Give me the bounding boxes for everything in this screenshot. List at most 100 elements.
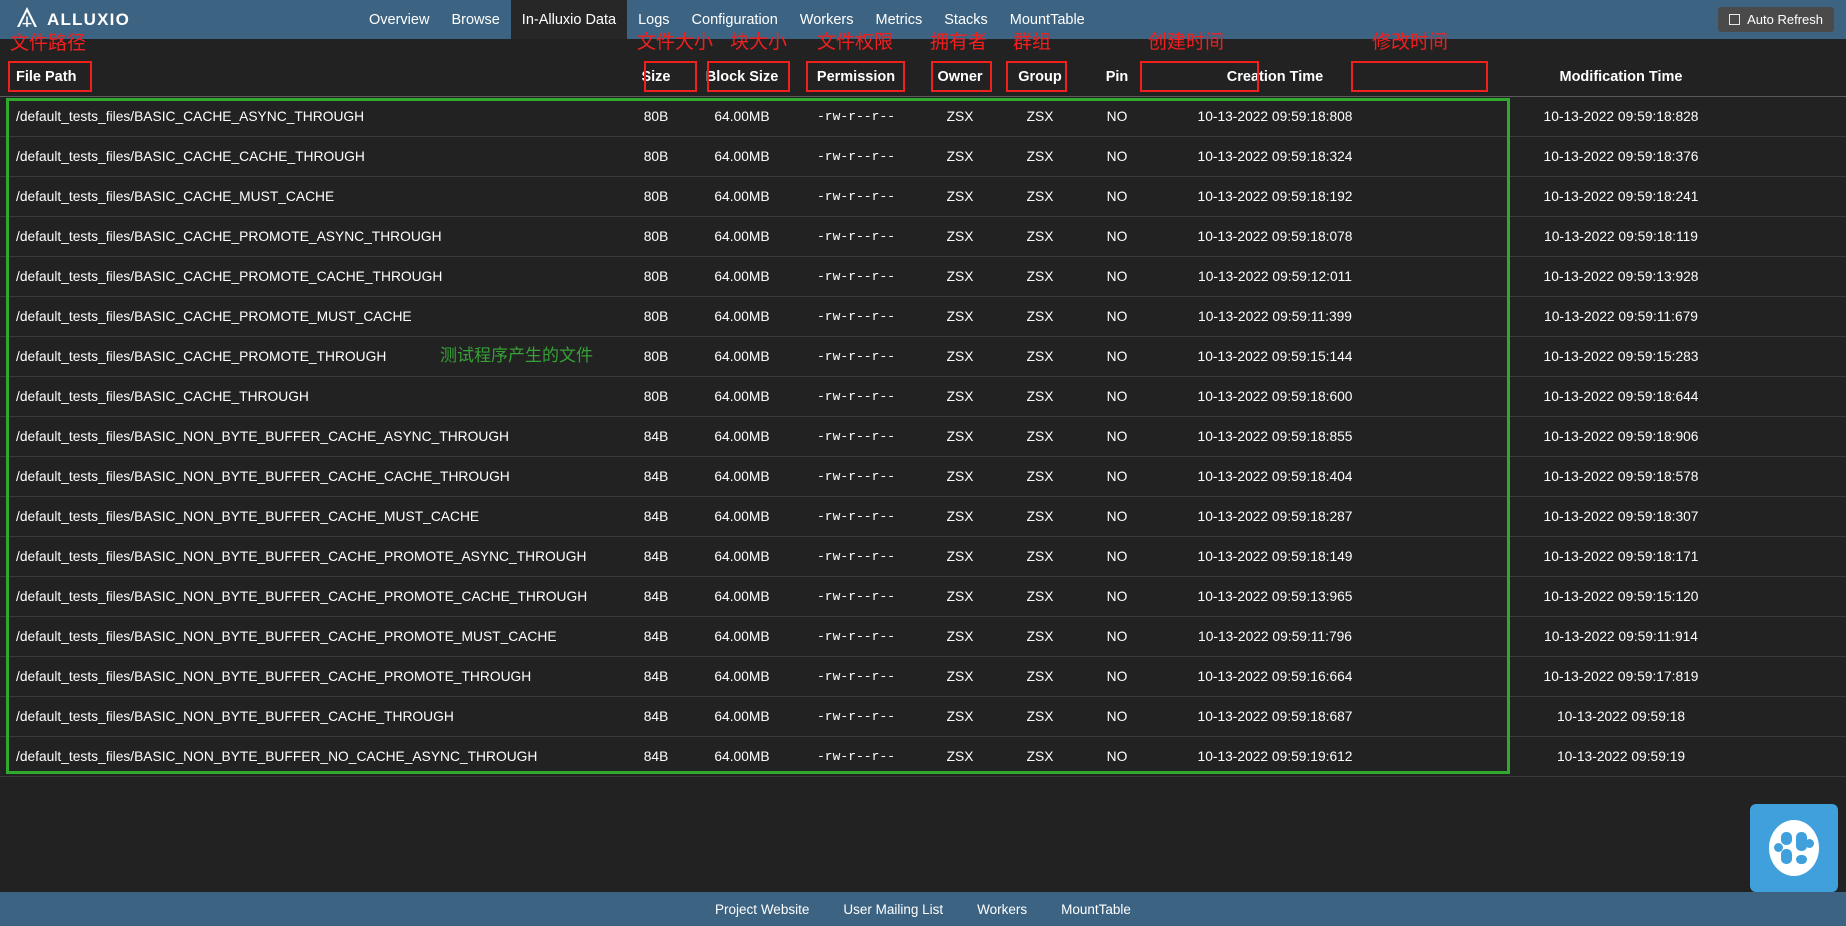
brand-logo[interactable]: ALLUXIO	[14, 4, 130, 35]
column-header-block[interactable]: Block Size	[692, 60, 792, 97]
annotation-red-label: 拥有者	[930, 31, 988, 53]
cell-perm: -rw-r--r--	[792, 336, 920, 377]
cell-group: ZSX	[1000, 456, 1080, 497]
column-header-group[interactable]: Group	[1000, 60, 1080, 97]
cell-mtime: 10-13-2022 09:59:15:120	[1396, 576, 1846, 617]
cell-size: 84B	[620, 496, 692, 537]
cell-group: ZSX	[1000, 376, 1080, 417]
column-header-pin[interactable]: Pin	[1080, 60, 1154, 97]
cell-owner: ZSX	[920, 656, 1000, 697]
cell-ctime: 10-13-2022 09:59:18:404	[1154, 456, 1396, 497]
cell-ctime: 10-13-2022 09:59:18:600	[1154, 376, 1396, 417]
auto-refresh-toggle[interactable]: Auto Refresh	[1718, 7, 1834, 32]
cell-owner: ZSX	[920, 256, 1000, 297]
cell-size: 84B	[620, 576, 692, 617]
table-row[interactable]: /default_tests_files/BASIC_CACHE_PROMOTE…	[0, 256, 1846, 297]
cell-group: ZSX	[1000, 136, 1080, 177]
footer-link-workers[interactable]: Workers	[977, 902, 1027, 917]
cell-path: /default_tests_files/BASIC_CACHE_PROMOTE…	[0, 216, 620, 257]
cell-pin: NO	[1080, 256, 1154, 297]
table-row[interactable]: /default_tests_files/BASIC_CACHE_PROMOTE…	[0, 216, 1846, 257]
table-row[interactable]: /default_tests_files/BASIC_CACHE_MUST_CA…	[0, 176, 1846, 217]
cell-perm: -rw-r--r--	[792, 176, 920, 217]
table-row[interactable]: /default_tests_files/BASIC_NON_BYTE_BUFF…	[0, 616, 1846, 657]
annotation-red-label: 文件大小	[637, 31, 714, 53]
cell-pin: NO	[1080, 376, 1154, 417]
cell-block: 64.00MB	[692, 536, 792, 577]
cell-pin: NO	[1080, 656, 1154, 697]
column-header-size[interactable]: Size	[620, 60, 692, 97]
page-footer: Project Website User Mailing List Workers M…	[0, 892, 1846, 926]
cell-block: 64.00MB	[692, 696, 792, 737]
cell-pin: NO	[1080, 696, 1154, 737]
cell-block: 64.00MB	[692, 336, 792, 377]
cell-perm: -rw-r--r--	[792, 416, 920, 457]
cell-ctime: 10-13-2022 09:59:19:612	[1154, 736, 1396, 777]
cell-ctime: 10-13-2022 09:59:16:664	[1154, 656, 1396, 697]
cell-mtime: 10-13-2022 09:59:11:679	[1396, 296, 1846, 337]
table-row[interactable]: /default_tests_files/BASIC_NON_BYTE_BUFF…	[0, 576, 1846, 617]
column-header-owner[interactable]: Owner	[920, 60, 1000, 97]
cell-owner: ZSX	[920, 376, 1000, 417]
cell-path: /default_tests_files/BASIC_NON_BYTE_BUFF…	[0, 696, 620, 737]
nav-link-overview[interactable]: Overview	[358, 0, 440, 39]
footer-link-mounttable[interactable]: MountTable	[1061, 902, 1131, 917]
cell-path: /default_tests_files/BASIC_CACHE_MUST_CA…	[0, 176, 620, 217]
table-row[interactable]: /default_tests_files/BASIC_NON_BYTE_BUFF…	[0, 656, 1846, 697]
table-row[interactable]: /default_tests_files/BASIC_CACHE_ASYNC_T…	[0, 96, 1846, 137]
table-row[interactable]: /default_tests_files/BASIC_CACHE_THROUGH…	[0, 376, 1846, 417]
cell-mtime: 10-13-2022 09:59:18:578	[1396, 456, 1846, 497]
cell-block: 64.00MB	[692, 256, 792, 297]
cell-size: 84B	[620, 736, 692, 777]
cell-ctime: 10-13-2022 09:59:18:192	[1154, 176, 1396, 217]
cell-pin: NO	[1080, 216, 1154, 257]
table-row[interactable]: /default_tests_files/BASIC_CACHE_PROMOTE…	[0, 296, 1846, 337]
cell-block: 64.00MB	[692, 496, 792, 537]
cell-size: 84B	[620, 456, 692, 497]
cell-pin: NO	[1080, 616, 1154, 657]
cell-pin: NO	[1080, 96, 1154, 137]
cell-group: ZSX	[1000, 216, 1080, 257]
column-header-perm[interactable]: Permission	[792, 60, 920, 97]
cell-ctime: 10-13-2022 09:59:12:011	[1154, 256, 1396, 297]
table-row[interactable]: /default_tests_files/BASIC_CACHE_PROMOTE…	[0, 336, 1846, 377]
cell-pin: NO	[1080, 536, 1154, 577]
cell-perm: -rw-r--r--	[792, 376, 920, 417]
cell-mtime: 10-13-2022 09:59:18:376	[1396, 136, 1846, 177]
cell-block: 64.00MB	[692, 456, 792, 497]
cell-size: 80B	[620, 96, 692, 137]
column-header-mtime[interactable]: Modification Time	[1396, 60, 1846, 97]
table-row[interactable]: /default_tests_files/BASIC_NON_BYTE_BUFF…	[0, 736, 1846, 777]
cell-owner: ZSX	[920, 296, 1000, 337]
cell-perm: -rw-r--r--	[792, 736, 920, 777]
nav-link-in-alluxio-data[interactable]: In-Alluxio Data	[510, 0, 628, 39]
cell-size: 80B	[620, 336, 692, 377]
table-row[interactable]: /default_tests_files/BASIC_NON_BYTE_BUFF…	[0, 496, 1846, 537]
footer-link-project-website[interactable]: Project Website	[715, 902, 809, 917]
nav-link-browse[interactable]: Browse	[440, 0, 510, 39]
footer-link-user-mailing-list[interactable]: User Mailing List	[843, 902, 943, 917]
annotation-red-label: 群组	[1013, 31, 1052, 53]
table-row[interactable]: /default_tests_files/BASIC_CACHE_CACHE_T…	[0, 136, 1846, 177]
cell-mtime: 10-13-2022 09:59:11:914	[1396, 616, 1846, 657]
cell-perm: -rw-r--r--	[792, 616, 920, 657]
cell-ctime: 10-13-2022 09:59:18:855	[1154, 416, 1396, 457]
column-header-path[interactable]: File Path	[0, 60, 620, 97]
cell-pin: NO	[1080, 416, 1154, 457]
cell-owner: ZSX	[920, 96, 1000, 137]
cell-pin: NO	[1080, 736, 1154, 777]
column-header-ctime[interactable]: Creation Time	[1154, 60, 1396, 97]
table-row[interactable]: /default_tests_files/BASIC_NON_BYTE_BUFF…	[0, 696, 1846, 737]
table-row[interactable]: /default_tests_files/BASIC_NON_BYTE_BUFF…	[0, 416, 1846, 457]
cell-ctime: 10-13-2022 09:59:13:965	[1154, 576, 1396, 617]
auto-refresh-label: Auto Refresh	[1747, 12, 1823, 27]
cell-path: /default_tests_files/BASIC_NON_BYTE_BUFF…	[0, 616, 620, 657]
table-row[interactable]: /default_tests_files/BASIC_NON_BYTE_BUFF…	[0, 456, 1846, 497]
cell-size: 84B	[620, 536, 692, 577]
cell-block: 64.00MB	[692, 176, 792, 217]
cell-ctime: 10-13-2022 09:59:11:796	[1154, 616, 1396, 657]
cell-owner: ZSX	[920, 696, 1000, 737]
auto-refresh-checkbox-icon[interactable]	[1729, 14, 1741, 25]
table-row[interactable]: /default_tests_files/BASIC_NON_BYTE_BUFF…	[0, 536, 1846, 577]
cell-owner: ZSX	[920, 496, 1000, 537]
